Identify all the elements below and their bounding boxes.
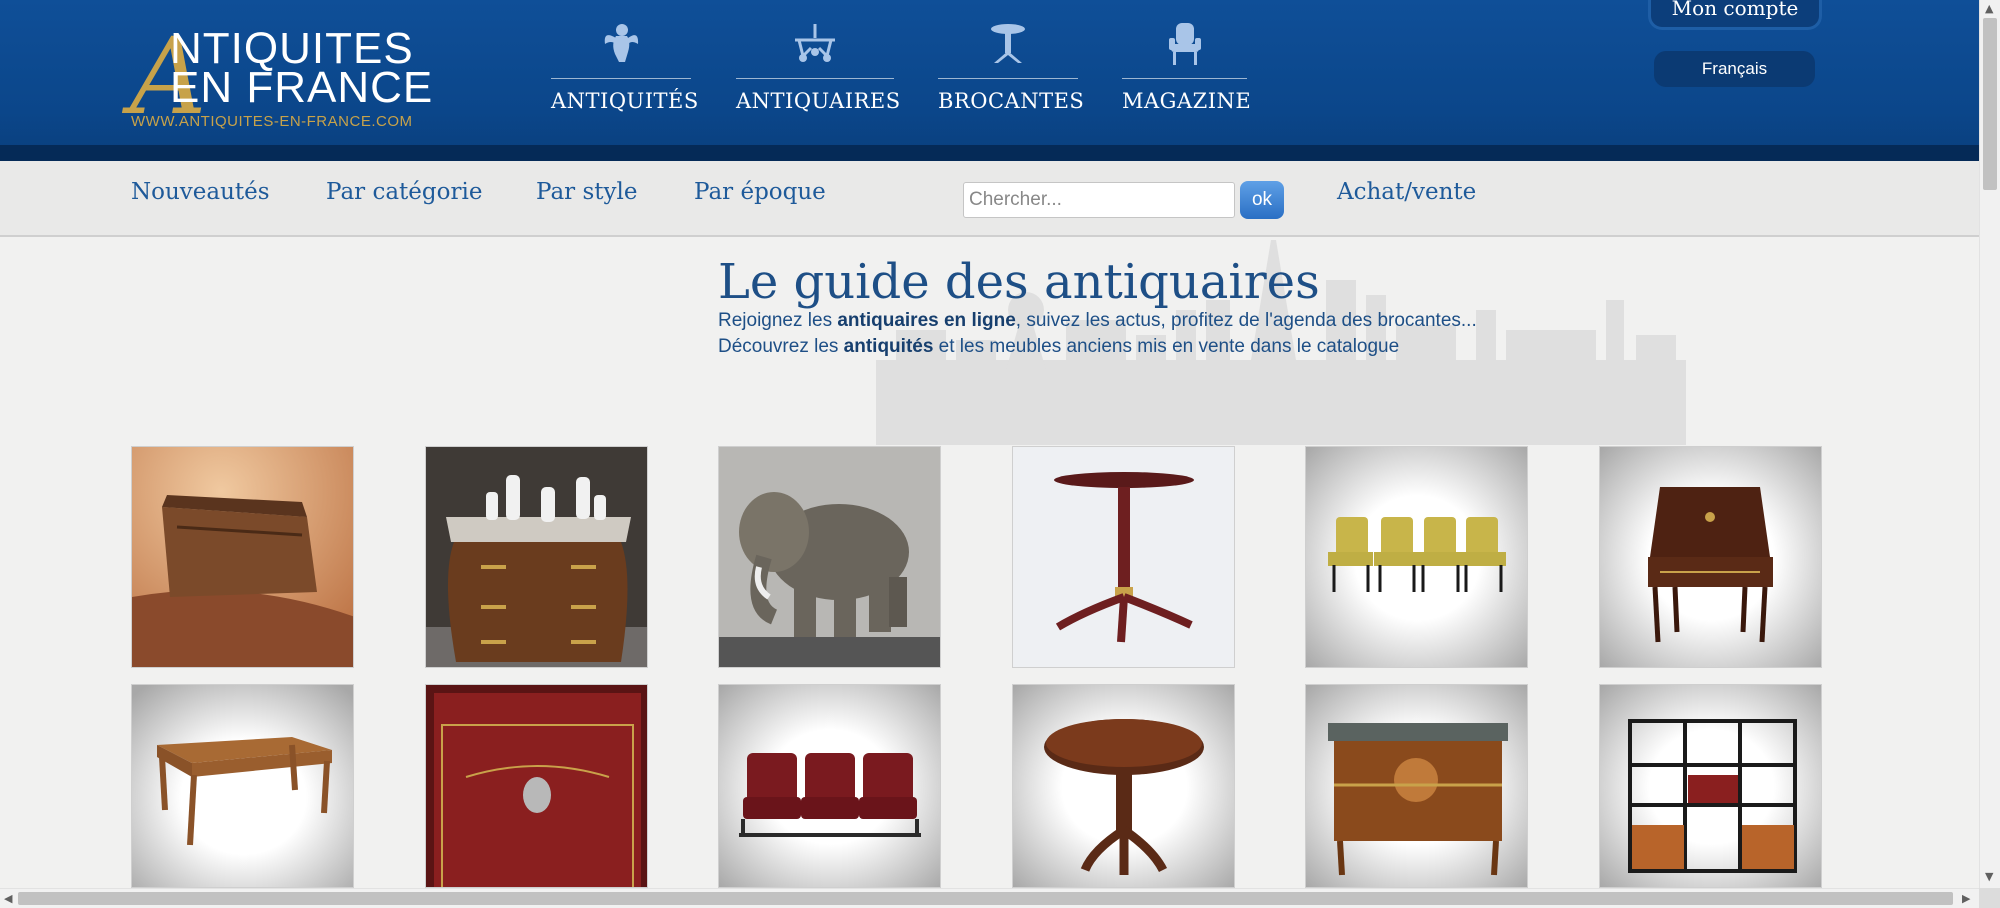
armchair-icon <box>1122 20 1247 68</box>
search-submit-button[interactable]: ok <box>1240 181 1284 219</box>
logo-url: WWW.ANTIQUITES-EN-FRANCE.COM <box>131 113 413 130</box>
menu-antiquaires[interactable]: ANTIQUAIRES <box>736 20 901 113</box>
logo-line-2: EN FRANCE <box>170 63 434 112</box>
product-card-leather-trunk[interactable] <box>425 684 648 888</box>
cherub-icon <box>551 20 691 68</box>
product-image <box>1306 685 1527 887</box>
horizontal-scrollbar[interactable]: ◀ ▶ <box>0 888 1979 908</box>
scroll-left-icon[interactable]: ◀ <box>4 892 12 905</box>
product-card-farmhouse-table[interactable] <box>131 684 354 888</box>
product-card-chairs[interactable] <box>1305 446 1528 668</box>
header-bottom-band <box>0 145 1979 161</box>
subnav-par-categorie[interactable]: Par catégorie <box>326 179 482 205</box>
subnav-achat-vente[interactable]: Achat/vente <box>1337 179 1476 205</box>
search-input[interactable] <box>963 182 1235 218</box>
chandelier-icon <box>736 20 894 68</box>
product-card-pedestal-table[interactable] <box>1012 446 1235 668</box>
menu-label: MAGAZINE <box>1122 89 1252 113</box>
product-image <box>1013 447 1234 667</box>
pedestal-table-icon <box>938 20 1078 68</box>
product-image <box>719 685 940 887</box>
product-card-marquetry-commode[interactable] <box>1305 684 1528 888</box>
site-logo[interactable]: A NTIQUITES EN FRANCE WWW.ANTIQUITES-EN-… <box>130 24 450 136</box>
product-image <box>1306 447 1527 667</box>
product-image <box>1600 685 1821 887</box>
product-card-cinema-seats[interactable] <box>718 684 941 888</box>
subnav-nouveautes[interactable]: Nouveautés <box>131 179 270 205</box>
vertical-scrollbar[interactable]: ▲ ▼ <box>1979 0 2000 888</box>
account-tab[interactable]: Mon compte <box>1648 0 1822 30</box>
menu-label: ANTIQUAIRES <box>736 89 901 113</box>
menu-label: ANTIQUITÉS <box>551 89 699 113</box>
subnav-par-style[interactable]: Par style <box>536 179 637 205</box>
menu-divider <box>1122 78 1247 79</box>
product-image <box>1013 685 1234 887</box>
product-card-ceramic-elephant[interactable] <box>718 446 941 668</box>
hero-text: , suivez les actus, profitez de l'agenda… <box>1015 310 1477 331</box>
hero-text: et les meubles anciens mis en vente dans… <box>933 336 1400 357</box>
product-image <box>426 447 647 667</box>
menu-magazine[interactable]: MAGAZINE <box>1122 20 1252 113</box>
product-card-secretary-desk[interactable] <box>1599 446 1822 668</box>
menu-divider <box>736 78 894 79</box>
hero-intro-line-1: Rejoignez les antiquaires en ligne, suiv… <box>718 310 1477 332</box>
language-selector[interactable]: Français <box>1654 51 1815 87</box>
product-image <box>719 447 940 667</box>
antiquaires-en-ligne-link[interactable]: antiquaires en ligne <box>837 310 1015 331</box>
page-title: Le guide des antiquaires <box>718 254 1320 310</box>
scroll-right-icon[interactable]: ▶ <box>1962 892 1970 905</box>
menu-antiquites[interactable]: ANTIQUITÉS <box>551 20 699 113</box>
subnav-par-epoque[interactable]: Par époque <box>694 179 826 205</box>
hero-intro-line-2: Découvrez les antiquités et les meubles … <box>718 336 1399 358</box>
menu-label: BROCANTES <box>938 89 1085 113</box>
antiquites-link[interactable]: antiquités <box>844 336 934 357</box>
product-card-wooden-box[interactable] <box>131 446 354 668</box>
hero-text: Découvrez les <box>718 336 844 357</box>
menu-brocantes[interactable]: BROCANTES <box>938 20 1085 113</box>
product-image <box>132 685 353 887</box>
product-image <box>1600 447 1821 667</box>
hero-text: Rejoignez les <box>718 310 838 331</box>
vertical-scroll-thumb[interactable] <box>1983 18 1997 190</box>
menu-divider <box>938 78 1078 79</box>
scroll-down-icon[interactable]: ▼ <box>1985 870 1993 883</box>
product-card-round-table[interactable] <box>1012 684 1235 888</box>
product-card-marble-commode[interactable] <box>425 446 648 668</box>
product-card-shelving-unit[interactable] <box>1599 684 1822 888</box>
product-image <box>426 685 647 887</box>
scrollbar-corner <box>1979 888 2000 908</box>
menu-divider <box>551 78 691 79</box>
horizontal-scroll-thumb[interactable] <box>18 892 1953 905</box>
product-image <box>132 447 353 667</box>
scroll-up-icon[interactable]: ▲ <box>1985 2 1993 15</box>
